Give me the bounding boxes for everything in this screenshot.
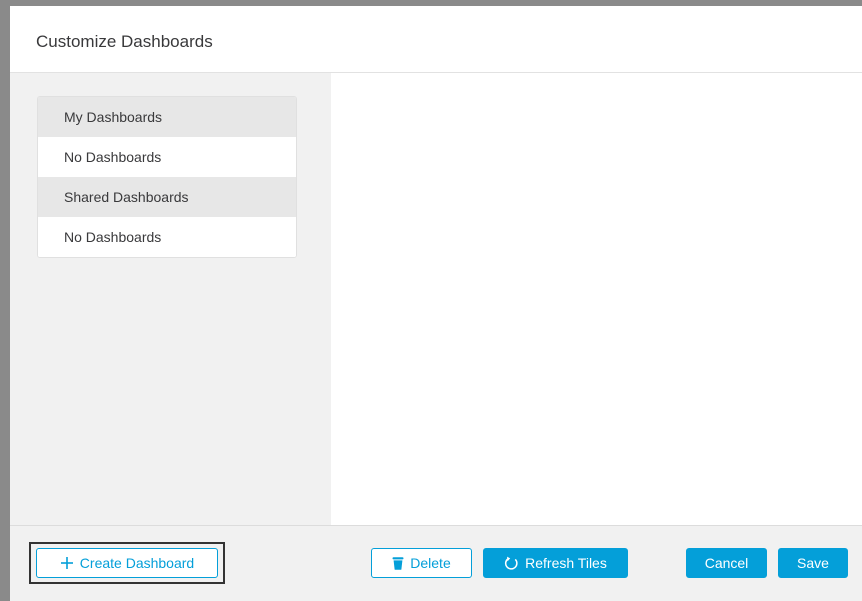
customize-dashboards-dialog: Customize Dashboards My Dashboards No Da…	[10, 6, 862, 601]
cancel-button[interactable]: Cancel	[686, 548, 767, 578]
create-dashboard-button[interactable]: Create Dashboard	[36, 548, 218, 578]
refresh-tiles-label: Refresh Tiles	[525, 555, 607, 571]
backdrop-overlay-left	[0, 0, 10, 601]
dialog-header: Customize Dashboards	[10, 6, 862, 73]
trash-icon	[392, 556, 404, 570]
create-dashboard-label: Create Dashboard	[79, 555, 195, 571]
delete-button[interactable]: Delete	[371, 548, 472, 578]
dashboard-preview-pane	[331, 73, 862, 525]
section-header-shared-dashboards: Shared Dashboards	[38, 177, 296, 217]
plus-icon	[60, 556, 74, 570]
shared-dashboards-empty-text: No Dashboards	[38, 217, 296, 257]
my-dashboards-empty-text: No Dashboards	[38, 137, 296, 177]
section-header-my-dashboards: My Dashboards	[38, 97, 296, 137]
dialog-title: Customize Dashboards	[36, 32, 213, 51]
save-label: Save	[797, 555, 829, 571]
refresh-icon	[504, 556, 519, 571]
dashboard-list-pane: My Dashboards No Dashboards Shared Dashb…	[10, 73, 331, 525]
save-button[interactable]: Save	[778, 548, 848, 578]
cancel-label: Cancel	[704, 555, 749, 571]
refresh-tiles-button[interactable]: Refresh Tiles	[483, 548, 628, 578]
delete-label: Delete	[410, 555, 451, 571]
dialog-footer: Create Dashboard Delete Refresh Tiles Ca…	[10, 525, 862, 601]
screen: Customize Dashboards My Dashboards No Da…	[0, 0, 862, 601]
dashboard-list: My Dashboards No Dashboards Shared Dashb…	[37, 96, 297, 258]
